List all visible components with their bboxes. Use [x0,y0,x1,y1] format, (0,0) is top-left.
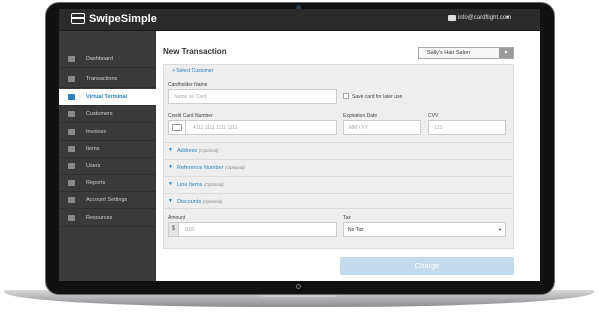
user-icon [68,163,75,169]
items-icon [68,146,75,152]
section-address[interactable]: ▼ Address (Optional) [164,142,513,158]
merchant-select-value: Sally's Hair Salon [427,50,470,56]
tax-select-value: No Tax [348,227,364,233]
list-icon [68,76,75,82]
sidebar-item-invoices[interactable]: Invoices [59,124,156,141]
sidebar-item-customers[interactable]: Customers [59,106,156,123]
sidebar-item-items[interactable]: Items [59,141,156,158]
merchant-select[interactable]: Sally's Hair Salon ▼ [418,47,514,59]
sidebar-item-label: Invoices [86,129,107,135]
optional-tag: (Optional) [225,165,245,170]
sidebar-item-users[interactable]: Users [59,158,156,175]
invoice-icon [68,129,75,135]
sidebar-item-label: Account Settings [86,197,128,203]
sidebar-item-label: Transactions [86,76,118,82]
sidebar-item-label: Items [86,146,100,152]
cvv-placeholder: 123 [434,125,443,131]
power-icon [296,284,301,289]
sidebar-item-label: Resources [86,215,113,221]
transaction-form: + Select Customer Cardholder Name Name o… [163,64,514,249]
sidebar-item-virtual-terminal[interactable]: Virtual Terminal [59,89,156,106]
expiration-input[interactable]: MM / YY [343,120,421,135]
cvv-input[interactable]: 123 [428,120,506,135]
users-icon [68,111,75,117]
section-line-items[interactable]: ▼ Line Items (Optional) [164,176,513,192]
amount-label: Amount [168,215,186,221]
cardholder-input[interactable]: Name on Card [168,89,337,104]
chevron-down-icon: ▼ [168,164,173,170]
section-label: Address [177,148,198,154]
sidebar-item-label: Reports [86,180,106,186]
optional-tag: (Optional) [202,199,223,204]
gear-icon [68,197,75,203]
credit-card-icon [172,124,182,131]
cardholder-placeholder: Name on Card [174,94,207,100]
sidebar-item-label: Customers [86,111,113,117]
reports-icon [68,180,75,186]
tax-label: Tax [343,215,351,221]
card-number-input[interactable]: 4111 1111 1111 1111 [168,120,337,135]
currency-symbol: $ [169,223,179,236]
sidebar-item-resources[interactable]: Resources [59,210,156,227]
resources-icon [68,215,75,221]
terminal-icon [68,94,75,100]
app-screen: SwipeSimple info@cardflight.com ▾ Dashbo… [59,9,540,281]
sidebar-item-reports[interactable]: Reports [59,175,156,192]
section-reference-number[interactable]: ▼ Reference Number (Optional) [164,159,513,175]
user-menu[interactable]: info@cardflight.com [458,15,511,21]
optional-tag: (Optional) [203,182,224,187]
section-label: Line Items [177,182,203,188]
app-header: SwipeSimple info@cardflight.com ▾ [59,9,540,31]
card-number-placeholder: 4111 1111 1111 1111 [193,125,238,131]
dashboard-icon [68,56,75,62]
card-number-label: Credit Card Number [168,113,213,119]
expiration-label: Expiration Date [343,113,378,119]
main-content: New Transaction Sally's Hair Salon ▼ + S… [156,31,540,281]
chevron-down-icon: ▼ [168,147,173,153]
save-card-checkbox[interactable] [343,93,349,99]
sidebar-item-label: Dashboard [86,56,113,62]
chevron-down-icon: ▼ [498,227,502,232]
chevron-down-icon[interactable]: ▾ [506,14,509,21]
chevron-down-icon: ▼ [168,198,173,204]
optional-tag: (Optional) [198,148,219,153]
cvv-label: CVV [428,113,439,119]
chevron-down-icon: ▼ [168,181,173,187]
sidebar-item-account-settings[interactable]: Account Settings [59,192,156,209]
card-logo-icon [71,13,85,24]
cardholder-label: Cardholder Name [168,82,208,88]
section-discounts[interactable]: ▼ Discounts (Optional) [164,193,513,209]
expiration-placeholder: MM / YY [349,125,369,131]
page-title: New Transaction [163,47,227,56]
chevron-down-icon[interactable]: ▼ [499,48,513,58]
laptop-mockup: SwipeSimple info@cardflight.com ▾ Dashbo… [0,0,598,326]
sidebar-item-dashboard[interactable]: Dashboard [59,51,156,68]
amount-input[interactable]: $ 0.00 [168,222,337,237]
section-label: Reference Number [177,165,224,171]
sidebar: Dashboard Transactions Virtual Terminal … [59,31,156,281]
sidebar-item-label: Virtual Terminal [86,94,128,100]
charge-button[interactable]: Charge [340,257,514,275]
amount-placeholder: 0.00 [185,227,195,233]
sidebar-item-label: Users [86,163,101,169]
select-customer-link[interactable]: + Select Customer [172,68,213,74]
save-card-label: Save card for later use [352,94,403,100]
mail-icon [448,15,456,21]
sidebar-item-transactions[interactable]: Transactions [59,71,156,88]
section-label: Discounts [177,199,202,205]
brand-name: SwipeSimple [89,13,157,25]
tax-select[interactable]: No Tax ▼ [343,222,506,237]
divider [185,121,186,134]
